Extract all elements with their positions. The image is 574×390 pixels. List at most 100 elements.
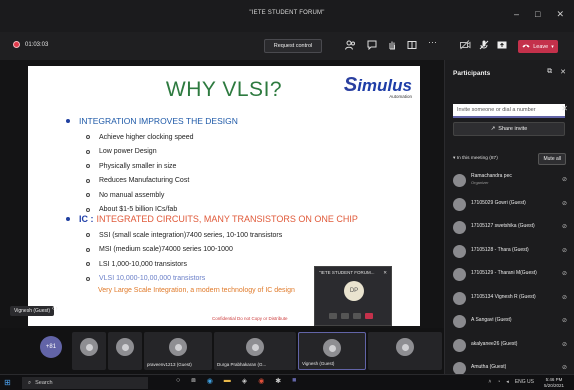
share-invite-button[interactable]: ↗ Share invite (453, 122, 565, 136)
store-icon[interactable]: ◈ (242, 377, 247, 385)
avatar (116, 338, 134, 356)
list-item: SSI (small scale integration)7400 series… (86, 228, 282, 243)
system-tray: ˄ ◔ ◂ ENG US (488, 379, 534, 385)
windows-start-icon[interactable]: ⊞ (4, 378, 11, 387)
close-icon[interactable]: ✕ (383, 270, 387, 276)
participant-tile[interactable] (108, 332, 142, 370)
list-item[interactable]: akalyanee26 (Guest) ⊘ (451, 335, 571, 359)
volume-icon[interactable]: ◂ (506, 379, 509, 385)
timer-text: 01:03:03 (25, 41, 49, 48)
list-item: Achieve higher clocking speed (86, 130, 194, 145)
close-icon[interactable]: ✕ (561, 104, 568, 113)
participant-tile[interactable]: praveenv1213 (Guest) (144, 332, 212, 370)
task-view-icon[interactable]: ⧈ (191, 377, 195, 385)
mic-off-icon: ⊘ (561, 224, 567, 230)
list-item[interactable]: 17105127 swetshika (Guest) ⊘ (451, 217, 571, 241)
list-item[interactable]: 17105134 Vignesh R (Guest) ⊘ (451, 288, 571, 312)
cortana-icon[interactable]: ○ (176, 377, 180, 385)
request-control-button[interactable]: Request control (264, 39, 322, 53)
more-icon[interactable]: ··· (428, 37, 437, 47)
list-item: Low power Design (86, 145, 194, 160)
recording-icon (13, 41, 20, 48)
mic-off-icon[interactable] (479, 40, 489, 52)
settings-icon[interactable]: ✱ (275, 377, 281, 385)
camera-off-icon[interactable] (460, 40, 471, 52)
search-icon: ⌕ (28, 379, 32, 386)
in-meeting-section[interactable]: ▾ In this meeting (87) (453, 156, 498, 161)
invite-input[interactable]: Invite someone or dial a number (453, 104, 565, 118)
maximize-button[interactable]: □ (535, 9, 540, 20)
integration-list: Achieve higher clocking speed Low power … (86, 130, 194, 217)
chevron-down-icon: ▾ (551, 43, 554, 50)
file-explorer-icon[interactable]: ▬ (224, 377, 231, 385)
participant-tile[interactable] (368, 332, 442, 370)
close-button[interactable]: ✕ (556, 9, 564, 20)
simulus-logo: Simulus Automation (343, 74, 412, 99)
chevron-up-icon[interactable]: ˄ (488, 379, 491, 385)
rooms-icon[interactable] (407, 40, 417, 52)
avatar (453, 315, 466, 328)
meeting-toolbar: 01:03:03 Request control ··· Leave ▾ (0, 32, 574, 60)
taskbar-apps: ○ ⧈ ◉ ▬ ◈ ◉ ✱ ■ (176, 377, 296, 385)
mini-meeting-window[interactable]: "IETE STUDENT FORUM... ✕ DP (314, 266, 392, 326)
avatar (453, 244, 466, 258)
panel-title: Participants (453, 70, 491, 77)
more-participants-badge[interactable]: +81 (40, 336, 62, 358)
avatar (453, 221, 466, 234)
share-icon[interactable] (497, 40, 507, 52)
mini-camera-icon[interactable] (329, 313, 337, 319)
teams-icon[interactable]: ■ (292, 377, 296, 385)
mic-off-icon: ⊘ (561, 200, 567, 207)
chat-icon[interactable] (367, 40, 377, 52)
participant-tile[interactable]: Durga Prabhakaran (G... (214, 332, 296, 370)
presenter-name-tag: Vignesh (Guest) (10, 306, 55, 316)
mini-controls (329, 313, 373, 319)
ic-list: SSI (small scale integration)7400 series… (86, 228, 282, 286)
leave-phone-icon (522, 43, 530, 50)
close-icon[interactable]: ✕ (560, 68, 566, 76)
leave-button[interactable]: Leave ▾ (518, 40, 558, 53)
mini-mic-icon[interactable] (341, 313, 349, 319)
slide-nav-icon[interactable]: ‹ › (52, 306, 58, 312)
list-item: Physically smaller in size (86, 159, 194, 174)
taskbar-clock[interactable]: 5:46 PM 5/20/2021 (544, 377, 564, 389)
leave-label: Leave (533, 43, 549, 50)
list-item[interactable]: 17105128 - Thara (Guest) ⊘ (451, 241, 571, 265)
mute-all-button[interactable]: Mute all (538, 153, 566, 165)
list-item[interactable]: Ramachandra pec Organizer ⊘ (451, 170, 571, 194)
participants-list: Ramachandra pec Organizer ⊘ 17105029 Gowri… (451, 170, 571, 382)
mini-leave-icon[interactable] (365, 313, 373, 319)
vlsi-description: Very Large Scale Integration, a modern t… (98, 287, 295, 294)
confidential-footer: Confidential Do not Copy or Distribute (212, 316, 288, 321)
chevron-down-icon: ▾ (453, 156, 456, 161)
wifi-icon[interactable]: ◔ (497, 379, 500, 385)
mini-share-icon[interactable] (353, 313, 361, 319)
list-item[interactable]: 17105029 Gowri (Guest) ⊘ (451, 194, 571, 218)
language-indicator[interactable]: ENG US (515, 379, 534, 385)
participant-tile[interactable] (72, 332, 106, 370)
avatar (453, 291, 466, 305)
taskbar-search-box[interactable]: ⌕ Search (22, 377, 148, 389)
list-item: Reduces Manufacturing Cost (86, 174, 194, 189)
window-controls: – □ ✕ (514, 9, 564, 20)
list-item: LSI 1,000-10,000 transistors (86, 257, 282, 272)
list-item[interactable]: 17105129 - Tharani M(Guest) ⊘ (451, 264, 571, 288)
os-taskbar: ⊞ ⌕ Search ○ ⧈ ◉ ▬ ◈ ◉ ✱ ■ ˄ ◔ ◂ ENG US … (0, 374, 574, 390)
recording-timer: 01:03:03 (13, 41, 48, 48)
edge-icon[interactable]: ◉ (207, 377, 213, 385)
window-title: "IETE STUDENT FORUM" (249, 10, 325, 16)
popout-icon[interactable]: ⧉ (547, 68, 552, 76)
avatar (169, 338, 187, 356)
share-icon: ↗ (490, 126, 496, 132)
mini-window-title: "IETE STUDENT FORUM... (319, 270, 375, 275)
people-icon[interactable] (345, 40, 356, 52)
chrome-icon[interactable]: ◉ (258, 377, 264, 385)
avatar: DP (344, 281, 364, 301)
minimize-button[interactable]: – (514, 9, 519, 20)
panel-header-icons: ⧉ ✕ (547, 68, 566, 76)
list-item[interactable]: A Sangavi (Guest) ⊘ (451, 311, 571, 335)
participant-tile-active[interactable]: Vignesh (Guest) (298, 332, 366, 370)
bullet-integration: INTEGRATION IMPROVES THE DESIGN (66, 116, 238, 126)
bullet-ic: IC : INTEGRATED CIRCUITS, MANY TRANSISTO… (66, 214, 358, 224)
raise-hand-icon[interactable] (387, 40, 397, 52)
